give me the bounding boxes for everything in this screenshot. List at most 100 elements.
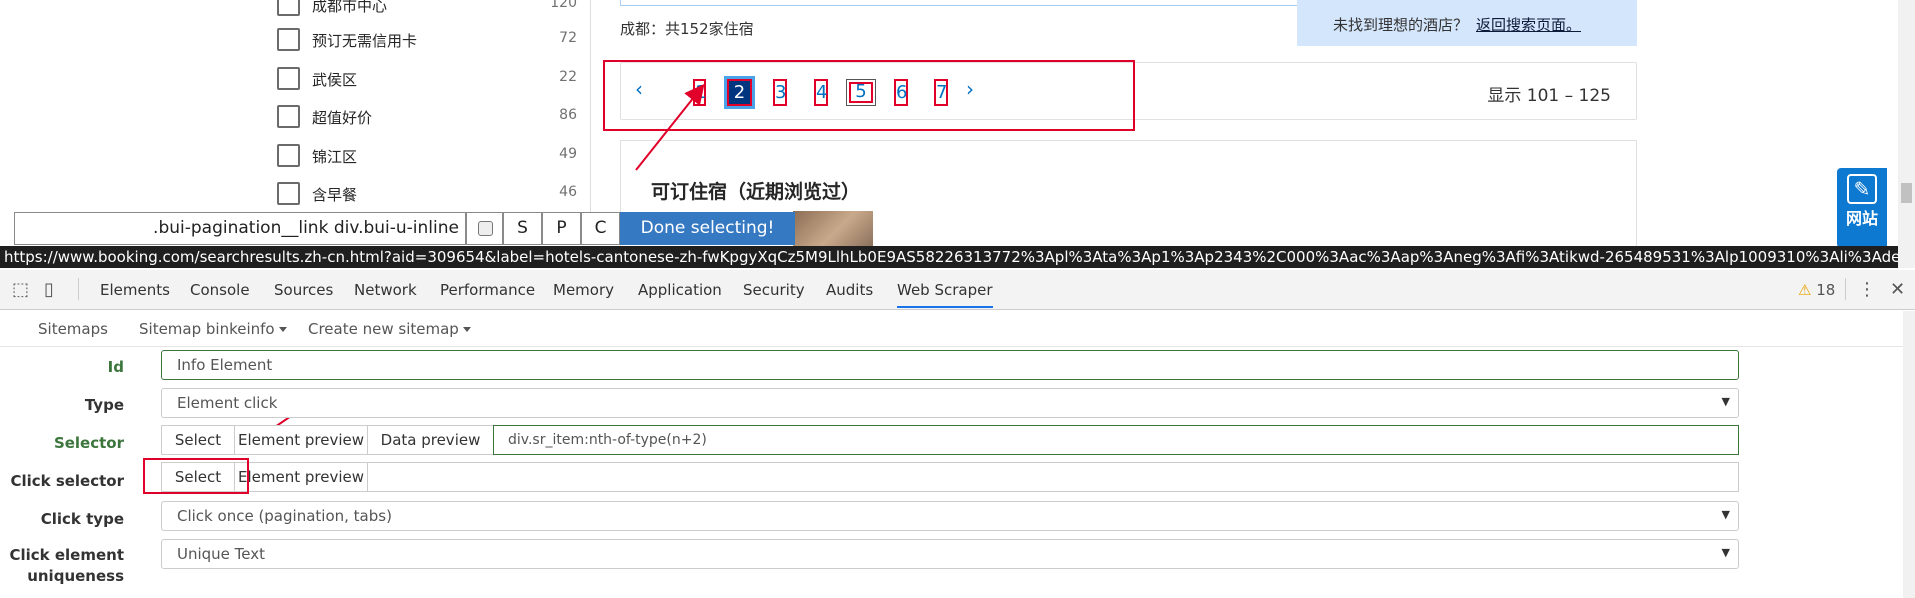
dropdown-arrow-icon: ▼ bbox=[1721, 508, 1730, 521]
selector-form: Id Info Element Type Element click ▼ Sele… bbox=[0, 348, 1900, 598]
selector-data-preview-button[interactable]: Data preview bbox=[367, 425, 494, 455]
filter-checkbox[interactable] bbox=[277, 67, 300, 90]
web-page-viewport: 成都市中心 120 预订无需信用卡 72 武侯区 22 超值好价 86 锦江区 … bbox=[0, 0, 1915, 268]
scrollbar-thumb[interactable] bbox=[1901, 183, 1912, 203]
click-selector-input[interactable] bbox=[367, 462, 1739, 492]
filter-count: 49 bbox=[559, 146, 577, 162]
page-scrollbar[interactable] bbox=[1898, 0, 1915, 268]
nav-sitemap-dropdown[interactable]: Sitemap binkeinfo bbox=[139, 320, 287, 338]
not-found-banner: 未找到理想的酒店？ 返回搜索页面。 bbox=[1297, 0, 1637, 46]
tab-web-scraper[interactable]: Web Scraper bbox=[897, 281, 993, 308]
id-input[interactable]: Info Element bbox=[161, 350, 1739, 380]
filter-item[interactable]: 预订无需信用卡 72 bbox=[277, 25, 577, 55]
warning-icon: ⚠ bbox=[1798, 281, 1812, 299]
filter-item[interactable]: 超值好价 86 bbox=[277, 102, 577, 132]
filter-count: 120 bbox=[550, 0, 577, 11]
filter-item[interactable]: 成都市中心 120 bbox=[277, 0, 577, 20]
filter-item[interactable]: 锦江区 49 bbox=[277, 141, 577, 171]
device-toolbar-icon[interactable]: ▯ bbox=[44, 279, 54, 300]
filter-label: 超值好价 bbox=[312, 109, 373, 127]
filter-label: 锦江区 bbox=[312, 148, 358, 166]
caret-down-icon bbox=[462, 327, 471, 332]
filter-count: 72 bbox=[559, 30, 577, 46]
selector-input[interactable]: div.sr_item:nth-of-type(n+2) bbox=[493, 425, 1739, 455]
caret-down-icon bbox=[278, 327, 287, 332]
devtools-scrollbar[interactable] bbox=[1903, 311, 1915, 598]
scraper-navbar: Sitemaps Sitemap binkeinfo Create new si… bbox=[0, 311, 1915, 347]
tab-security[interactable]: Security bbox=[743, 281, 805, 299]
filter-count: 46 bbox=[559, 184, 577, 200]
pagination-range: 显示 101 – 125 bbox=[1487, 86, 1611, 106]
tab-memory[interactable]: Memory bbox=[553, 281, 614, 299]
click-type-value: Click once (pagination, tabs) bbox=[177, 507, 392, 525]
uniqueness-label-line2: uniqueness bbox=[27, 567, 124, 585]
filter-checkbox[interactable] bbox=[277, 28, 300, 51]
tab-network[interactable]: Network bbox=[354, 281, 417, 299]
filter-checkbox[interactable] bbox=[277, 182, 300, 205]
selector-label: Selector bbox=[53, 434, 124, 452]
css-selector-input[interactable]: .bui-pagination__link div.bui-u-inline bbox=[14, 212, 466, 245]
result-summary: 成都：共152家住宿 bbox=[620, 20, 754, 38]
click-selector-element-preview-button[interactable]: Element preview bbox=[234, 462, 368, 492]
divider bbox=[78, 278, 79, 300]
nav-sitemap-label: Sitemap binkeinfo bbox=[139, 320, 275, 338]
divider bbox=[1845, 278, 1846, 300]
type-select-value: Element click bbox=[177, 394, 278, 412]
filter-count: 86 bbox=[559, 107, 577, 123]
selector-select-button[interactable]: Select bbox=[161, 425, 235, 455]
filter-panel: 成都市中心 120 预订无需信用卡 72 武侯区 22 超值好价 86 锦江区 … bbox=[263, 0, 591, 215]
nav-create-label: Create new sitemap bbox=[308, 320, 459, 338]
warning-count: 18 bbox=[1816, 281, 1836, 299]
click-type-label: Click type bbox=[40, 510, 124, 528]
filter-item[interactable]: 武侯区 22 bbox=[277, 64, 577, 94]
filter-label: 预订无需信用卡 bbox=[312, 32, 418, 50]
click-selector-label: Click selector bbox=[10, 472, 124, 490]
filter-label: 武侯区 bbox=[312, 71, 358, 89]
tab-elements[interactable]: Elements bbox=[100, 281, 170, 299]
filter-item[interactable]: 含早餐 46 bbox=[277, 179, 577, 209]
selector-controls: Select Element preview Data preview div.… bbox=[161, 425, 1739, 455]
done-selecting-button[interactable]: Done selecting! bbox=[620, 212, 795, 245]
close-devtools-icon[interactable]: ✕ bbox=[1890, 279, 1905, 300]
selector-element-preview-button[interactable]: Element preview bbox=[234, 425, 368, 455]
annotation-select-highlight bbox=[143, 458, 249, 494]
filter-count: 22 bbox=[559, 69, 577, 85]
uniqueness-label-line1: Click element bbox=[9, 546, 124, 564]
nav-create-sitemap[interactable]: Create new sitemap bbox=[308, 320, 471, 338]
recently-viewed-title: 可订住宿（近期浏览过） bbox=[651, 181, 861, 203]
inspect-element-icon[interactable]: ⬚ bbox=[12, 279, 29, 300]
type-select[interactable]: Element click ▼ bbox=[161, 388, 1739, 418]
devtools-tabbar: ⬚ ▯ Elements Console Sources Network Per… bbox=[0, 270, 1915, 310]
back-to-search-link[interactable]: 返回搜索页面。 bbox=[1476, 16, 1581, 34]
id-label: Id bbox=[107, 358, 124, 376]
filter-checkbox[interactable] bbox=[277, 144, 300, 167]
not-found-text: 未找到理想的酒店？ bbox=[1333, 16, 1469, 34]
filter-checkbox[interactable] bbox=[277, 0, 300, 16]
tab-performance[interactable]: Performance bbox=[440, 281, 535, 299]
multiple-checkbox[interactable] bbox=[466, 212, 503, 245]
feedback-widget[interactable]: ✎ 网站 bbox=[1837, 168, 1887, 248]
filter-label: 含早餐 bbox=[312, 186, 358, 204]
tab-sources[interactable]: Sources bbox=[274, 281, 333, 299]
more-options-icon[interactable]: ⋮ bbox=[1858, 279, 1876, 300]
warning-indicator[interactable]: ⚠ 18 bbox=[1798, 281, 1835, 299]
click-selector-controls: Select Element preview bbox=[161, 462, 1739, 492]
uniqueness-select[interactable]: Unique Text ▼ bbox=[161, 539, 1739, 569]
tab-console[interactable]: Console bbox=[190, 281, 250, 299]
checkbox-icon bbox=[478, 221, 493, 236]
select-parent-p-button[interactable]: P bbox=[542, 212, 581, 245]
click-type-select[interactable]: Click once (pagination, tabs) ▼ bbox=[161, 501, 1739, 531]
tab-audits[interactable]: Audits bbox=[826, 281, 873, 299]
tab-application[interactable]: Application bbox=[638, 281, 722, 299]
feedback-widget-text: 网站 bbox=[1845, 209, 1878, 228]
filter-checkbox[interactable] bbox=[277, 105, 300, 128]
dropdown-arrow-icon: ▼ bbox=[1721, 546, 1730, 559]
nav-sitemaps[interactable]: Sitemaps bbox=[38, 320, 108, 338]
select-child-button[interactable]: C bbox=[581, 212, 620, 245]
uniqueness-value: Unique Text bbox=[177, 545, 266, 563]
filter-label: 成都市中心 bbox=[312, 0, 388, 15]
select-parent-button[interactable]: S bbox=[503, 212, 542, 245]
type-label: Type bbox=[84, 396, 124, 414]
annotation-highlight-box bbox=[603, 60, 1135, 131]
dropdown-arrow-icon: ▼ bbox=[1721, 395, 1730, 408]
